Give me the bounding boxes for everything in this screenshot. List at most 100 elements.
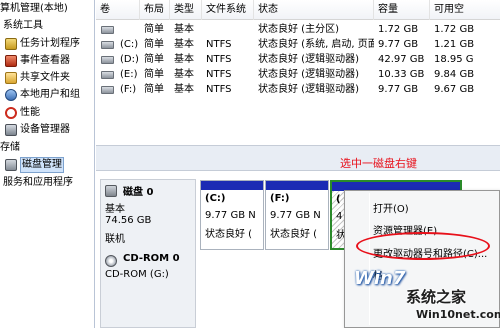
column-header-filesystem[interactable]: 文件系统	[202, 0, 254, 20]
tree-item-label: 设备管理器	[20, 124, 70, 135]
annotation-highlight-ellipse	[356, 232, 490, 260]
tree-item-label: 本地用户和组	[20, 89, 80, 100]
tree-item-label: 共享文件夹	[20, 72, 70, 83]
shared-folders-icon	[5, 72, 17, 84]
volume-status: 状态良好 (逻辑驱动器)	[258, 84, 359, 95]
local-users-icon	[5, 89, 17, 101]
volume-icon	[101, 41, 114, 49]
volume-filesystem: NTFS	[206, 69, 232, 80]
volume-filesystem	[202, 22, 254, 38]
volume-layout: 简单	[144, 39, 164, 50]
column-header-free-space[interactable]: 可用空	[430, 0, 500, 20]
volume-row[interactable]: (C:) 简单 基本 NTFS 状态良好 (系统, 启动, 页面... 9.77…	[96, 37, 500, 53]
disk-management-icon	[5, 159, 17, 171]
volume-capacity: 9.77 GB	[378, 84, 419, 95]
tree-item-label: 算机管理(本地)	[0, 3, 68, 14]
volume-status: 状态良好 (系统, 启动, 页面...	[258, 39, 374, 50]
partition-c[interactable]: (C:) 9.77 GB N 状态良好 (	[200, 180, 264, 250]
cdrom-drive: CD-ROM (G:)	[105, 269, 169, 280]
partition-name: (F:)	[270, 193, 290, 204]
volume-name: (E:)	[120, 69, 138, 80]
volume-layout: 简单	[144, 84, 164, 95]
partition-status: 状态良好 (	[270, 229, 318, 240]
tree-item-label: 任务计划程序	[20, 38, 80, 49]
cdrom-name: CD-ROM 0	[123, 253, 180, 264]
cdrom-0-info[interactable]: CD-ROM 0 CD-ROM (G:)	[100, 247, 196, 328]
volume-icon	[101, 26, 114, 34]
performance-icon	[5, 107, 17, 119]
volume-capacity: 9.77 GB	[378, 39, 419, 50]
volume-free-space: 1.72 GB	[434, 24, 475, 35]
column-header-layout[interactable]: 布局	[140, 0, 170, 20]
pane-splitter[interactable]	[96, 145, 500, 171]
watermark-site-name: 系统之家	[406, 288, 467, 306]
partition-size: 9.77 GB N	[270, 210, 321, 221]
partition-size: 4	[336, 211, 343, 222]
volume-icon	[101, 56, 114, 64]
volume-filesystem: NTFS	[206, 84, 232, 95]
volume-status: 状态良好 (逻辑驱动器)	[258, 69, 359, 80]
volume-type: 基本	[174, 54, 194, 65]
watermark-logo: Win7	[354, 268, 406, 289]
volume-free-space: 9.84 GB	[434, 69, 475, 80]
disk-name: 磁盘 0	[123, 187, 154, 198]
volume-type: 基本	[174, 84, 194, 95]
partition-status: 状态良好 (	[205, 229, 253, 240]
volume-layout: 简单	[144, 24, 164, 35]
volume-capacity: 1.72 GB	[378, 24, 419, 35]
tree-item-label: 存储	[0, 142, 20, 153]
volume-row[interactable]: (F:) 简单 基本 NTFS 状态良好 (逻辑驱动器) 9.77 GB 9.6…	[96, 82, 500, 98]
menu-item-open[interactable]: 打开(O)	[345, 199, 500, 221]
disk-type: 基本	[105, 204, 125, 215]
volume-row[interactable]: 简单 基本 状态良好 (主分区) 1.72 GB 1.72 GB	[96, 22, 500, 38]
volume-status: 状态良好 (逻辑驱动器)	[258, 54, 359, 65]
column-header-capacity[interactable]: 容量	[374, 0, 430, 20]
disk-icon	[105, 185, 117, 197]
volume-type: 基本	[174, 69, 194, 80]
cdrom-icon	[105, 255, 117, 267]
partition-bar	[201, 181, 263, 190]
partition-size: 9.77 GB N	[205, 210, 256, 221]
volume-icon	[101, 86, 114, 94]
volume-layout: 简单	[144, 69, 164, 80]
watermark: Win7 系统之家 Win10net.com	[352, 268, 500, 328]
disk-state: 联机	[105, 234, 125, 245]
partition-name: (C:)	[205, 193, 226, 204]
partition-name: (	[336, 194, 341, 205]
volume-icon	[101, 71, 114, 79]
volume-capacity: 42.97 GB	[378, 54, 425, 65]
device-manager-icon	[5, 124, 17, 136]
column-header-volume[interactable]: 卷	[96, 0, 140, 20]
task-scheduler-icon	[5, 38, 17, 50]
volume-row[interactable]: (E:) 简单 基本 NTFS 状态良好 (逻辑驱动器) 10.33 GB 9.…	[96, 67, 500, 83]
annotation-text: 选中一磁盘右键	[340, 157, 417, 170]
volume-row[interactable]: (D:) 简单 基本 NTFS 状态良好 (逻辑驱动器) 42.97 GB 18…	[96, 52, 500, 68]
volume-capacity: 10.33 GB	[378, 69, 425, 80]
volume-name: (F:)	[120, 84, 137, 95]
volume-free-space: 9.67 GB	[434, 84, 475, 95]
disk-size: 74.56 GB	[105, 215, 152, 226]
tree-item-label: 性能	[20, 107, 40, 118]
tree-item-label: 服务和应用程序	[3, 177, 73, 188]
navigation-tree: 算机管理(本地) 系统工具 任务计划程序 事件查看器 共享文件夹 本地用户和组 …	[0, 0, 95, 328]
volume-name	[116, 22, 140, 38]
volume-free-space: 18.95 G	[434, 54, 474, 65]
tree-item-label: 事件查看器	[20, 55, 70, 66]
tree-item-label: 磁盘管理	[20, 157, 64, 173]
volume-filesystem: NTFS	[206, 39, 232, 50]
volume-name: (C:)	[120, 39, 139, 50]
column-header-status[interactable]: 状态	[254, 0, 374, 20]
disk-0-info[interactable]: 磁盘 0 基本 74.56 GB 联机	[100, 179, 196, 250]
volume-layout: 简单	[144, 54, 164, 65]
volume-filesystem: NTFS	[206, 54, 232, 65]
tree-item-label: 系统工具	[3, 20, 43, 31]
column-header-type[interactable]: 类型	[170, 0, 202, 20]
volume-type: 基本	[174, 24, 194, 35]
volume-list-header: 卷 布局 类型 文件系统 状态 容量 可用空	[96, 0, 500, 20]
volume-name: (D:)	[120, 54, 139, 65]
volume-free-space: 1.21 GB	[434, 39, 475, 50]
partition-f[interactable]: (F:) 9.77 GB N 状态良好 (	[265, 180, 329, 250]
volume-status: 状态良好 (主分区)	[258, 24, 339, 35]
watermark-url: Win10net.com	[416, 308, 500, 321]
volume-type: 基本	[174, 39, 194, 50]
